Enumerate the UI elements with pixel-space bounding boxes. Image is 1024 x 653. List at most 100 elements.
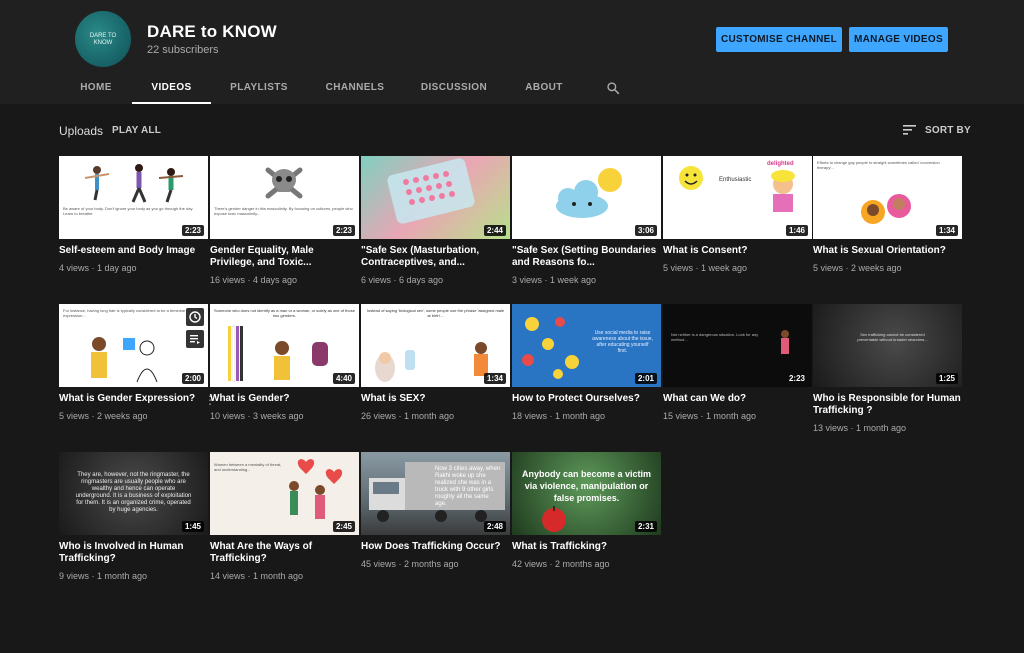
video-title[interactable]: "Safe Sex (Masturbation, Contraceptives,… [361, 245, 510, 269]
watch-later-icon[interactable] [186, 308, 204, 326]
video-meta: 10 views · 3 weeks ago [210, 411, 304, 421]
video-card[interactable]: Now 3 cities away, when Rakhi woke up sh… [361, 452, 510, 569]
video-title[interactable]: What is Sexual Orientation? [813, 245, 962, 257]
manage-videos-button[interactable]: MANAGE VIDEOS [849, 27, 948, 52]
video-title[interactable]: What is Gender Expression? [59, 393, 208, 405]
view-count: 45 views [361, 559, 397, 569]
video-card[interactable]: Efforts to change gay people to straight… [813, 156, 962, 273]
video-thumbnail[interactable]: For instance, having long hair is typica… [59, 304, 208, 387]
video-title[interactable]: How to Protect Ourselves? [512, 393, 661, 405]
video-thumbnail[interactable]: 3:06 [512, 156, 661, 239]
view-count: 42 views [512, 559, 548, 569]
video-meta: 5 views · 2 weeks ago [813, 263, 902, 273]
sort-icon[interactable] [902, 123, 918, 137]
video-title[interactable]: What can We do? [663, 393, 812, 405]
video-title[interactable]: What is SEX? [361, 393, 510, 405]
add-to-queue-icon[interactable] [186, 330, 204, 348]
video-card[interactable]: For instance, having long hair is typica… [59, 304, 216, 421]
video-thumbnail[interactable]: Enthusiastic delighted 1:46 [663, 156, 812, 239]
video-card[interactable]: They are, however, not the ringmaster, t… [59, 452, 208, 581]
upload-age: 2 months ago [404, 559, 459, 569]
view-count: 4 views [59, 263, 90, 273]
video-card[interactable]: There's gender danger in this masculinit… [210, 156, 359, 285]
video-meta: 6 views · 6 days ago [361, 275, 444, 285]
video-thumbnail[interactable]: 2:44 [361, 156, 510, 239]
video-title[interactable]: "Safe Sex (Setting Boundaries and Reason… [512, 245, 661, 269]
upload-age: 1 week ago [550, 275, 597, 285]
tab-discussion[interactable]: DISCUSSION [417, 76, 491, 104]
video-duration: 1:45 [181, 521, 204, 532]
thumbnail-caption: Now 3 cities away, when Rakhi woke up sh… [435, 466, 501, 507]
view-count: 5 views [59, 411, 90, 421]
upload-age: 1 month ago [856, 423, 907, 433]
video-title[interactable]: Who is Responsible for Human Trafficking… [813, 393, 962, 417]
video-title[interactable]: How Does Trafficking Occur? [361, 541, 510, 553]
thumbnail-caption: Sex trafficking cannot be considered pre… [857, 332, 928, 342]
video-thumbnail[interactable]: Someone who does not identify as a man o… [210, 304, 359, 387]
video-duration: 3:06 [634, 225, 657, 236]
video-card[interactable]: Not neither is a dangerous situation. Lo… [663, 304, 812, 421]
video-thumbnail[interactable]: Efforts to change gay people to straight… [813, 156, 962, 239]
video-title[interactable]: Self-esteem and Body Image [59, 245, 208, 257]
video-title[interactable]: Who is Involved in Human Trafficking? [59, 541, 208, 565]
view-count: 26 views [361, 411, 397, 421]
view-count: 14 views [210, 571, 246, 581]
video-thumbnail[interactable]: Sex trafficking cannot be considered pre… [813, 304, 962, 387]
channel-logo-text: DARE TO KNOW [89, 33, 117, 46]
tab-videos[interactable]: VIDEOS [132, 76, 211, 104]
video-meta: 14 views · 1 month ago [210, 571, 304, 581]
channel-avatar[interactable]: DARE TO KNOW [75, 11, 131, 67]
video-card[interactable]: Be aware of your body. Don't ignore your… [59, 156, 208, 273]
tab-about[interactable]: ABOUT [518, 76, 570, 104]
video-meta: 16 views · 4 days ago [210, 275, 298, 285]
view-count: 9 views [59, 571, 90, 581]
customise-channel-button[interactable]: CUSTOMISE CHANNEL [716, 27, 842, 52]
view-count: 10 views [210, 411, 246, 421]
video-thumbnail[interactable]: Instead of saying 'biological sex', some… [361, 304, 510, 387]
video-meta: 42 views · 2 months ago [512, 559, 610, 569]
video-duration: 2:01 [634, 373, 657, 384]
video-card[interactable]: 3:06 "Safe Sex (Setting Boundaries and R… [512, 156, 661, 285]
view-count: 15 views [663, 411, 699, 421]
upload-age: 2 months ago [555, 559, 610, 569]
video-thumbnail[interactable]: Anybody can become a victim via violence… [512, 452, 661, 535]
upload-age: 1 month ago [555, 411, 606, 421]
play-all-button[interactable]: PLAY ALL [112, 125, 161, 136]
view-count: 3 views [512, 275, 543, 285]
video-card[interactable]: Instead of saying 'biological sex', some… [361, 304, 510, 421]
video-thumbnail[interactable]: They are, however, not the ringmaster, t… [59, 452, 208, 535]
channel-name: DARE to KNOW [147, 22, 277, 41]
upload-age: 1 month ago [253, 571, 304, 581]
video-duration: 1:25 [935, 373, 958, 384]
view-count: 5 views [813, 263, 844, 273]
video-thumbnail[interactable]: Use social media to raise awareness abou… [512, 304, 661, 387]
video-title[interactable]: What is Trafficking? [512, 541, 661, 553]
video-title[interactable]: What is Consent? [663, 245, 812, 257]
upload-age: 1 day ago [97, 263, 137, 273]
tab-home[interactable]: HOME [68, 76, 124, 104]
video-duration: 1:34 [483, 373, 506, 384]
video-card[interactable]: Enthusiastic delighted 1:46 What is Cons… [663, 156, 812, 273]
video-card[interactable]: 2:44 "Safe Sex (Masturbation, Contracept… [361, 156, 510, 285]
video-meta: 4 views · 1 day ago [59, 263, 137, 273]
upload-age: 3 weeks ago [253, 411, 304, 421]
video-thumbnail[interactable]: Not neither is a dangerous situation. Lo… [663, 304, 812, 387]
video-thumbnail[interactable]: Be aware of your body. Don't ignore your… [59, 156, 208, 239]
upload-age: 1 week ago [701, 263, 748, 273]
video-thumbnail[interactable]: Women between a mentality of threat, and… [210, 452, 359, 535]
video-thumbnail[interactable]: Now 3 cities away, when Rakhi woke up sh… [361, 452, 510, 535]
video-card[interactable]: Women between a mentality of threat, and… [210, 452, 359, 581]
video-card[interactable]: Someone who does not identify as a man o… [210, 304, 359, 421]
video-title[interactable]: What Are the Ways of Trafficking? [210, 541, 359, 565]
video-title[interactable]: Gender Equality, Male Privilege, and Tox… [210, 245, 359, 269]
sort-by-button[interactable]: SORT BY [925, 125, 971, 136]
search-icon[interactable] [606, 81, 620, 95]
tab-channels[interactable]: CHANNELS [320, 76, 390, 104]
video-card[interactable]: Sex trafficking cannot be considered pre… [813, 304, 962, 433]
video-card[interactable]: Anybody can become a victim via violence… [512, 452, 661, 569]
video-thumbnail[interactable]: There's gender danger in this masculinit… [210, 156, 359, 239]
channel-tabs: HOME VIDEOS PLAYLISTS CHANNELS DISCUSSIO… [0, 76, 1024, 104]
tab-playlists[interactable]: PLAYLISTS [224, 76, 294, 104]
video-title[interactable]: What is Gender? [210, 393, 359, 405]
video-card[interactable]: Use social media to raise awareness abou… [512, 304, 661, 421]
